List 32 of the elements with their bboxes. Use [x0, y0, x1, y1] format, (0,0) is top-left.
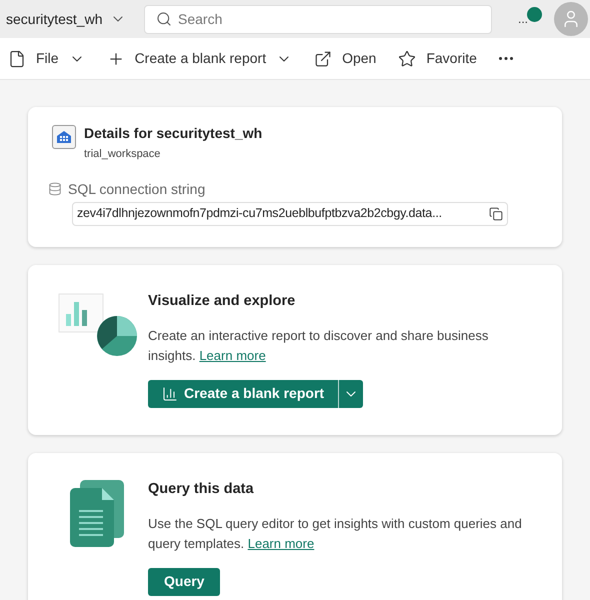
card-description: Create an interactive report to discover and share business insights. Learn more — [148, 326, 490, 365]
connection-label: SQL connection string — [68, 180, 206, 199]
database-icon — [48, 182, 62, 196]
more-options-button[interactable] — [498, 57, 513, 60]
warehouse-icon — [52, 125, 76, 149]
document-icon — [8, 50, 26, 68]
open-external-icon — [314, 50, 332, 68]
copy-icon[interactable] — [489, 206, 503, 220]
workspace-selector[interactable]: securitytest_wh — [6, 8, 136, 30]
toolbar-button[interactable]: Create a blank report — [106, 48, 292, 69]
connection-string-field[interactable]: zev4i7dlhnjezownmofn7pdmzi-cu7ms2ueblbufptbzva2b2cbgy.data... — [72, 202, 508, 226]
dropdown-button[interactable] — [338, 380, 364, 408]
toolbar-button[interactable]: File — [8, 48, 85, 69]
search-field[interactable]: Search — [144, 4, 492, 34]
chart-illustration-icon — [57, 292, 139, 358]
card-description: Use the SQL query editor to get insights with custom queries and query templates. Learn more — [148, 514, 523, 553]
more-button[interactable]: ... — [518, 10, 528, 28]
more-icon — [498, 57, 513, 60]
details-title: Details for securitytest_wh — [84, 124, 262, 143]
star-icon — [398, 50, 416, 68]
toolbar-button[interactable]: Open — [314, 48, 376, 69]
primary-button[interactable]: Query — [148, 568, 220, 596]
card-title: Visualize and explore — [148, 292, 296, 311]
search-icon — [156, 10, 172, 26]
workspace-name: trial_workspace — [84, 147, 162, 162]
document-stack-icon — [70, 480, 126, 548]
bar-chart-icon — [162, 386, 178, 402]
learn-more-link[interactable]: Learn more — [199, 348, 266, 363]
toolbar-button[interactable]: Favorite — [398, 48, 477, 69]
learn-more-link[interactable]: Learn more — [248, 536, 314, 551]
primary-button[interactable]: Create a blank report — [148, 380, 338, 408]
card-title: Query this data — [148, 480, 255, 499]
